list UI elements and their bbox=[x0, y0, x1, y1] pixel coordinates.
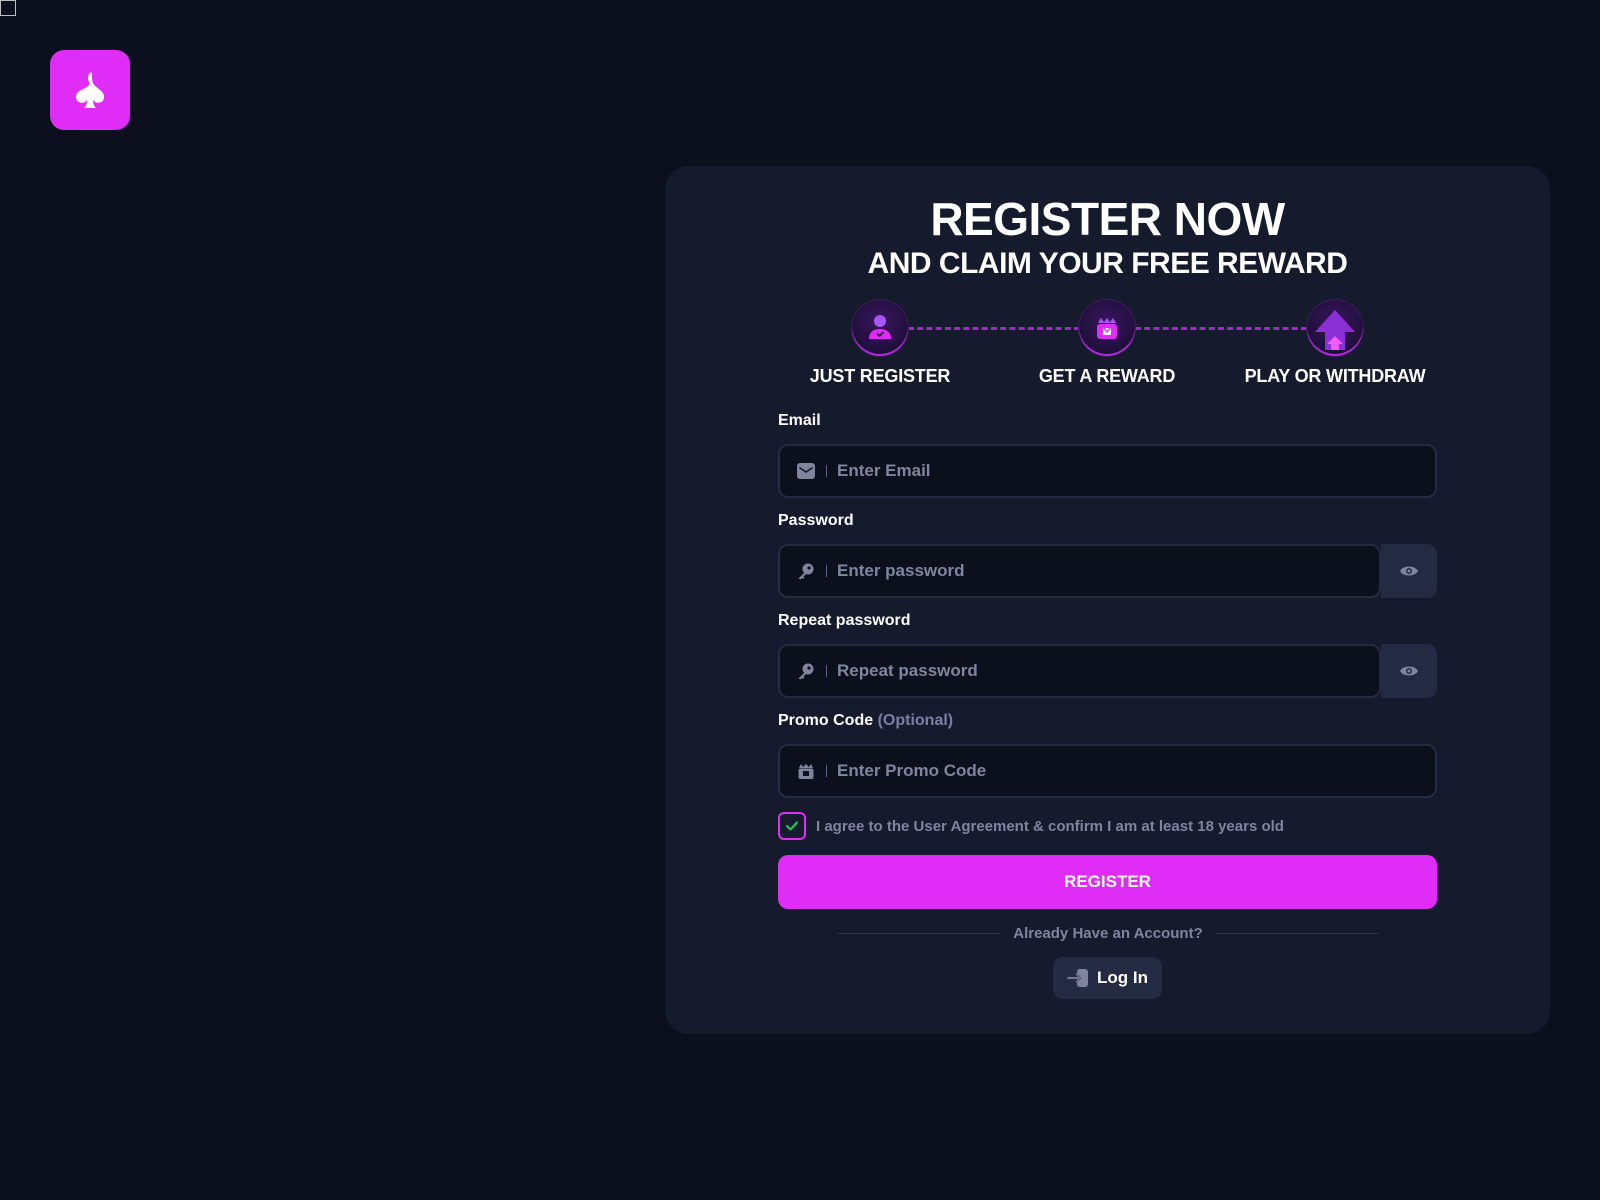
promo-code-label-text: Promo Code bbox=[778, 712, 874, 729]
spade-flame-icon bbox=[76, 72, 104, 108]
agreement-text[interactable]: I agree to the User Agreement & confirm … bbox=[816, 818, 1284, 835]
email-input[interactable] bbox=[837, 446, 1435, 496]
password-label: Password bbox=[778, 512, 854, 529]
input-separator bbox=[826, 765, 827, 777]
register-card: REGISTER NOW AND CLAIM YOUR FREE REWARD bbox=[665, 166, 1550, 1034]
input-separator bbox=[826, 665, 827, 677]
steps-progress: JUST REGISTER GET A REWARD PLAY OR WITHD… bbox=[778, 300, 1437, 400]
input-separator bbox=[826, 465, 827, 477]
promo-code-field-wrapper bbox=[778, 744, 1437, 798]
toggle-repeat-password-visibility-button[interactable] bbox=[1381, 644, 1437, 698]
agreement-row: I agree to the User Agreement & confirm … bbox=[778, 812, 1284, 840]
login-divider: Already Have an Account? bbox=[838, 923, 1378, 943]
divider-line bbox=[1214, 932, 1378, 934]
promo-code-input[interactable] bbox=[837, 746, 1435, 796]
password-input[interactable] bbox=[837, 546, 1379, 596]
eye-icon bbox=[1400, 666, 1418, 676]
step-icon-register bbox=[852, 300, 908, 356]
step-label-reward: GET A REWARD bbox=[1038, 366, 1176, 386]
repeat-password-field-wrapper bbox=[778, 644, 1437, 698]
page-title: REGISTER NOW bbox=[930, 193, 1285, 245]
logo[interactable] bbox=[50, 50, 130, 130]
already-have-account-text: Already Have an Account? bbox=[1013, 924, 1203, 942]
arrow-up-icon bbox=[1315, 310, 1355, 350]
input-separator bbox=[826, 565, 827, 577]
step-icon-withdraw bbox=[1307, 300, 1363, 356]
email-field[interactable] bbox=[778, 444, 1437, 498]
step-label-withdraw: PLAY OR WITHDRAW bbox=[1244, 366, 1426, 386]
agreement-checkbox[interactable] bbox=[778, 812, 806, 840]
gift-icon bbox=[796, 761, 816, 781]
step-label-register: JUST REGISTER bbox=[809, 366, 951, 386]
step-icon-reward bbox=[1079, 300, 1135, 356]
promo-code-label: Promo Code (Optional) bbox=[778, 712, 953, 730]
promo-code-field[interactable] bbox=[778, 744, 1437, 798]
step-connector bbox=[1135, 327, 1307, 330]
repeat-password-label: Repeat password bbox=[778, 612, 911, 629]
email-field-wrapper bbox=[778, 444, 1437, 498]
user-check-icon bbox=[869, 315, 891, 339]
divider-line bbox=[838, 932, 1002, 934]
key-icon bbox=[796, 561, 816, 581]
login-button-label: Log In bbox=[1097, 968, 1148, 987]
password-field-wrapper bbox=[778, 544, 1437, 598]
login-icon bbox=[1067, 969, 1088, 987]
page-subtitle: AND CLAIM YOUR FREE REWARD bbox=[867, 247, 1348, 280]
repeat-password-input[interactable] bbox=[837, 646, 1379, 696]
gift-icon bbox=[1097, 318, 1117, 339]
broken-image-icon bbox=[0, 0, 16, 16]
mail-icon bbox=[796, 461, 816, 481]
register-button[interactable]: REGISTER bbox=[778, 855, 1437, 909]
email-label: Email bbox=[778, 412, 821, 429]
login-button[interactable]: Log In bbox=[1053, 957, 1162, 999]
password-field[interactable] bbox=[778, 544, 1381, 598]
repeat-password-field[interactable] bbox=[778, 644, 1381, 698]
optional-label: (Optional) bbox=[877, 712, 954, 729]
toggle-password-visibility-button[interactable] bbox=[1381, 544, 1437, 598]
check-icon bbox=[785, 821, 799, 831]
eye-icon bbox=[1400, 566, 1418, 576]
key-icon bbox=[796, 661, 816, 681]
step-connector bbox=[908, 327, 1080, 330]
